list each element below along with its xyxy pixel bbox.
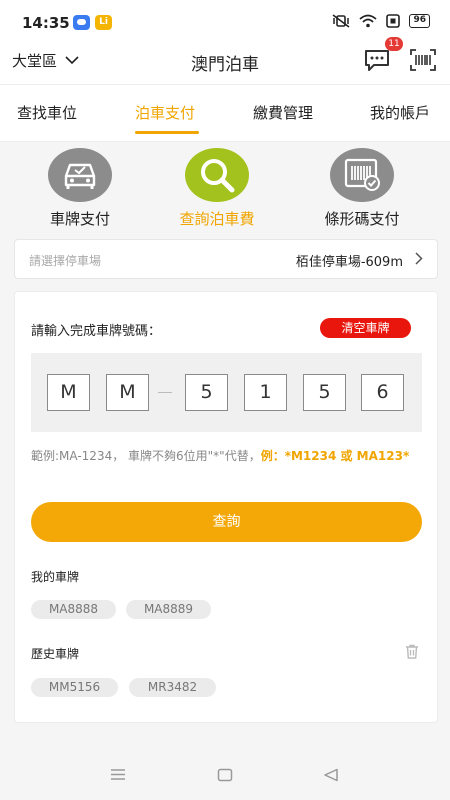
plate-char-box[interactable]: 6 bbox=[361, 374, 404, 411]
history-plate-chip[interactable]: MR3482 bbox=[129, 678, 216, 697]
plate-example-hint: 範例:MA-1234， 車牌不夠6位用"*"代替，例：*M1234 或 MA12… bbox=[31, 449, 411, 464]
car-check-icon bbox=[64, 163, 96, 189]
app-icon: Li bbox=[95, 15, 112, 30]
barcode-card-icon bbox=[344, 158, 380, 191]
history-plate-chip[interactable]: MM5156 bbox=[31, 678, 118, 697]
back-icon[interactable] bbox=[323, 768, 339, 782]
my-plate-chip[interactable]: MA8889 bbox=[126, 600, 211, 619]
plate-char-box[interactable]: 5 bbox=[185, 374, 228, 411]
example-text: 範例:MA-1234， 車牌不夠6位用"*"代替， bbox=[31, 449, 261, 463]
tab-my-account[interactable]: 我的帳戶 bbox=[370, 102, 430, 123]
trash-icon[interactable] bbox=[405, 644, 419, 659]
plate-separator bbox=[158, 392, 172, 393]
notification-app-icon bbox=[73, 15, 90, 30]
plate-input-area: M M 5 1 5 6 bbox=[31, 353, 422, 432]
plate-char-box[interactable]: M bbox=[47, 374, 90, 411]
menu-icon[interactable] bbox=[110, 768, 126, 781]
payment-methods: 車牌支付 查詢泊車費 條形碼支付 bbox=[0, 142, 450, 236]
method-circle bbox=[185, 148, 249, 202]
method-plate-payment[interactable]: 車牌支付 bbox=[20, 148, 140, 229]
plate-char-box[interactable]: M bbox=[106, 374, 149, 411]
active-tab-indicator bbox=[135, 131, 199, 134]
history-plates-title: 歷史車牌 bbox=[31, 647, 80, 661]
plate-query-card: 請輸入完成車牌號碼： 清空車牌 M M 5 1 5 6 範例:MA-1234， … bbox=[14, 291, 438, 723]
query-button[interactable]: 查詢 bbox=[31, 502, 422, 542]
tab-fee-management[interactable]: 繳費管理 bbox=[253, 102, 313, 123]
lot-placeholder: 請選擇停車場 bbox=[29, 254, 102, 268]
my-plates-title: 我的車牌 bbox=[31, 570, 80, 584]
wifi-icon bbox=[359, 14, 378, 28]
clear-plate-button[interactable]: 清空車牌 bbox=[320, 318, 411, 338]
message-icon[interactable] bbox=[364, 48, 390, 72]
plate-input-prompt: 請輸入完成車牌號碼： bbox=[31, 324, 162, 339]
chevron-right-icon bbox=[415, 252, 423, 265]
method-label: 條形碼支付 bbox=[324, 210, 400, 228]
plate-char-box[interactable]: 5 bbox=[303, 374, 346, 411]
mute-vibrate-icon bbox=[332, 14, 350, 28]
search-icon bbox=[201, 159, 235, 193]
message-badge: 11 bbox=[385, 37, 403, 51]
method-label: 查詢泊車費 bbox=[179, 210, 255, 228]
method-label: 車牌支付 bbox=[49, 210, 110, 228]
status-time: 14:35 bbox=[22, 14, 70, 32]
tab-find-parking[interactable]: 查找車位 bbox=[17, 102, 77, 123]
battery-icon: 96 bbox=[409, 14, 430, 28]
example-highlight: 例：*M1234 或 MA123* bbox=[260, 449, 410, 463]
method-circle bbox=[48, 148, 112, 202]
my-plate-chip[interactable]: MA8888 bbox=[31, 600, 116, 619]
home-icon[interactable] bbox=[217, 768, 233, 782]
tab-bar: 查找車位 泊車支付 繳費管理 我的帳戶 bbox=[0, 84, 450, 142]
app-header: 大堂區 澳門泊車 bbox=[0, 44, 450, 84]
method-barcode-payment[interactable]: 條形碼支付 bbox=[302, 148, 422, 229]
parking-lot-selector[interactable]: 請選擇停車場 栢佳停車場-609m bbox=[14, 239, 438, 279]
plate-char-box[interactable]: 1 bbox=[244, 374, 287, 411]
barcode-scan-icon[interactable] bbox=[410, 48, 436, 72]
system-nav-bar bbox=[0, 750, 450, 800]
sim-icon bbox=[386, 14, 401, 28]
method-query-fee[interactable]: 查詢泊車費 bbox=[157, 148, 277, 229]
status-bar: 14:35 Li 96 bbox=[0, 0, 450, 44]
lot-selected-value: 栢佳停車場-609m bbox=[295, 255, 403, 270]
method-circle bbox=[330, 148, 394, 202]
tab-parking-payment[interactable]: 泊車支付 bbox=[135, 102, 195, 123]
